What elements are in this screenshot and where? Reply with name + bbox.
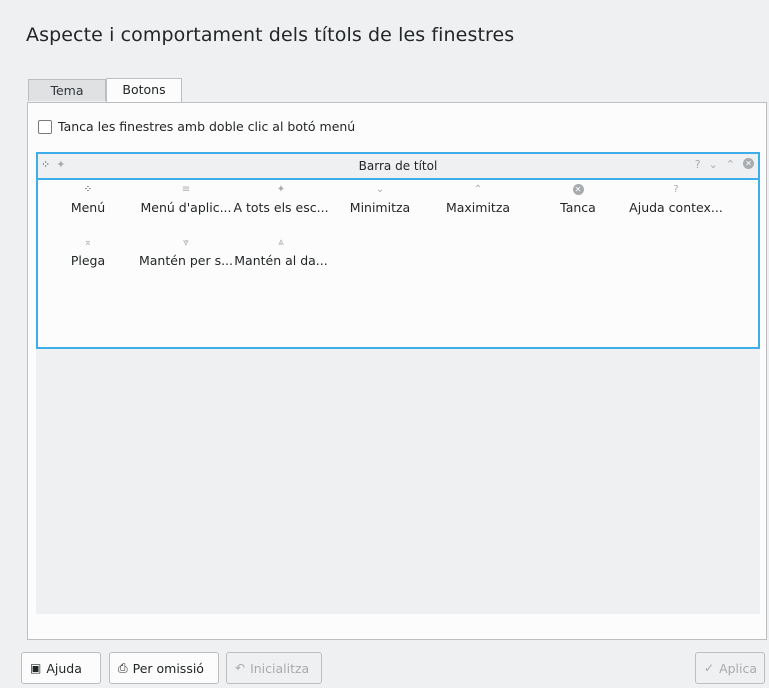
close-double-click-option[interactable]: Tanca les finestres amb doble clic al bo…	[38, 119, 355, 134]
check-icon: ✓	[704, 661, 715, 675]
footer-bar: ▣ Ajuda ⎙ Per omissió ↶ Inicialitza ✓ Ap…	[21, 652, 769, 684]
menu-icon: ⁘	[83, 184, 93, 195]
reset-button[interactable]: ↶ Inicialitza	[226, 652, 322, 684]
keep-below-icon: ⩔	[183, 237, 189, 248]
page-title: Aspecte i comportament dels títols de le…	[26, 24, 515, 46]
available-button-label: Plega	[70, 253, 106, 268]
available-button-label: Menú	[70, 200, 106, 215]
help-book-icon: ▣	[30, 661, 42, 675]
maximize-icon[interactable]: ⌃	[726, 158, 735, 171]
tab-botons[interactable]: Botons	[106, 78, 182, 102]
help-button[interactable]: ▣ Ajuda	[21, 652, 101, 684]
available-button-minimize[interactable]: ⌄ Minimitza	[330, 184, 430, 215]
available-button-label: Mantén per s...	[138, 253, 234, 268]
keep-above-icon: ⩓	[278, 237, 284, 248]
preview-title: Barra de títol	[358, 159, 438, 173]
available-button-all-desktops[interactable]: ✦ A tots els esc...	[231, 184, 331, 215]
available-button-keep-below[interactable]: ⩔ Mantén per s...	[136, 237, 236, 268]
defaults-button[interactable]: ⎙ Per omissió	[109, 652, 219, 684]
tab-bar: Tema Botons	[28, 78, 182, 102]
available-button-keep-above[interactable]: ⩓ Mantén al da...	[231, 237, 331, 268]
available-button-menu[interactable]: ⁘ Menú	[38, 184, 138, 215]
apply-button-label: Aplica	[719, 660, 758, 676]
defaults-button-label: Per omissió	[132, 660, 204, 676]
preview-titlebar[interactable]: ⁘ ✦ Barra de títol ? ⌄ ⌃ ✕	[38, 154, 758, 180]
help-icon[interactable]: ?	[695, 158, 701, 171]
available-button-label: Maximitza	[445, 200, 511, 215]
buttons-panel: Tanca les finestres amb doble clic al bo…	[27, 102, 767, 640]
available-button-label: Minimitza	[349, 200, 411, 215]
available-button-help[interactable]: ? Ajuda contex...	[626, 184, 726, 215]
available-button-app-menu[interactable]: ≡ Menú d'aplic...	[136, 184, 236, 215]
available-button-label: Mantén al da...	[234, 253, 328, 268]
reset-button-label: Inicialitza	[250, 660, 310, 676]
available-button-maximize[interactable]: ⌃ Maximitza	[428, 184, 528, 215]
reset-icon: ↶	[235, 661, 246, 675]
close-icon: ✕	[528, 184, 628, 198]
titlebar-preview[interactable]: ⁘ ✦ Barra de títol ? ⌄ ⌃ ✕ ⁘ Menú ≡ Menú…	[36, 152, 760, 349]
available-button-shade[interactable]: ⌅ Plega	[38, 237, 138, 268]
close-icon[interactable]: ✕	[743, 158, 754, 169]
available-button-label: Ajuda contex...	[629, 200, 723, 215]
available-button-label: A tots els esc...	[233, 200, 329, 215]
apply-button[interactable]: ✓ Aplica	[695, 652, 765, 684]
pin-icon: ✦	[276, 184, 286, 195]
drop-area	[36, 349, 760, 614]
shade-icon: ⌅	[83, 237, 93, 248]
maximize-icon: ⌃	[473, 184, 483, 195]
available-button-label: Menú d'aplic...	[140, 200, 232, 215]
available-button-close[interactable]: ✕ Tanca	[528, 184, 628, 215]
help-button-label: Ajuda	[46, 660, 82, 676]
close-double-click-label: Tanca les finestres amb doble clic al bo…	[58, 119, 356, 134]
help-icon: ?	[673, 184, 679, 195]
minimize-icon: ⌄	[375, 184, 385, 195]
close-double-click-checkbox[interactable]	[38, 119, 52, 134]
available-button-label: Tanca	[560, 200, 596, 215]
tab-tema[interactable]: Tema	[28, 79, 106, 101]
defaults-icon: ⎙	[118, 660, 128, 675]
app-menu-icon: ≡	[181, 184, 191, 195]
minimize-icon[interactable]: ⌄	[709, 158, 718, 171]
